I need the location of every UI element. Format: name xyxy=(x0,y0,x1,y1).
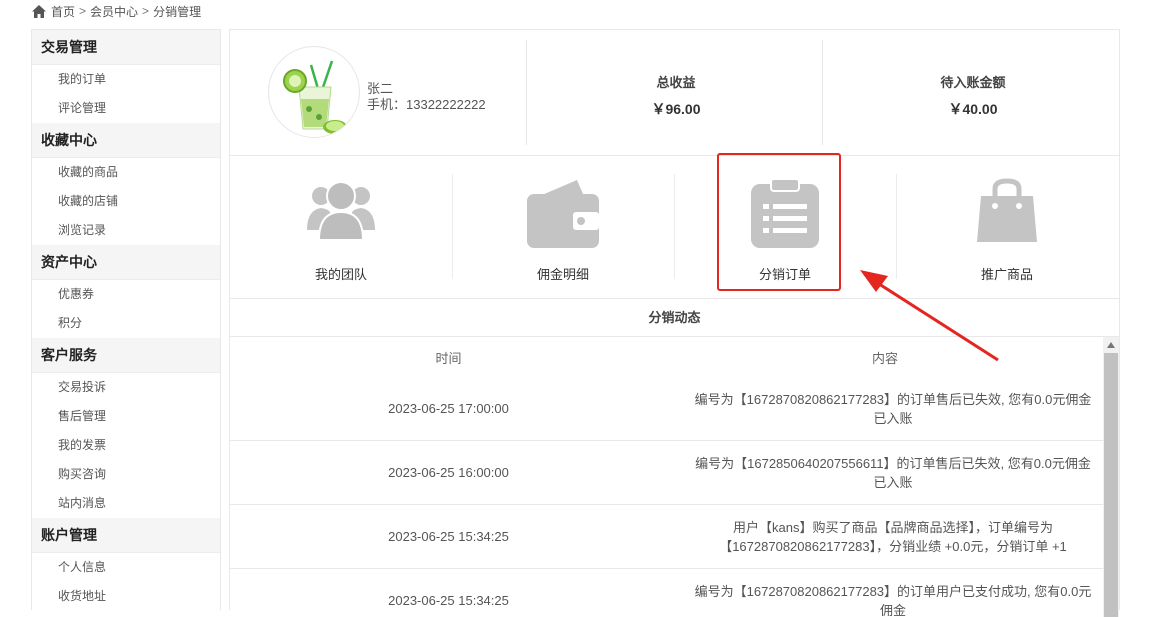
feature-label: 佣金明细 xyxy=(452,264,674,283)
feature-grid: 我的团队 佣金明细 分销订单 xyxy=(230,156,1119,299)
scroll-up-arrow-icon[interactable] xyxy=(1103,337,1119,353)
total-earnings-label: 总收益 xyxy=(601,72,751,91)
feature-commission-details[interactable]: 佣金明细 xyxy=(452,156,674,298)
table-row: 2023-06-25 17:00:00 编号为【1672870820862177… xyxy=(230,377,1103,441)
sidebar-item-inquiries[interactable]: 购买咨询 xyxy=(32,460,220,489)
sidebar-item-points[interactable]: 积分 xyxy=(32,309,220,338)
row-content: 编号为【1672870820862177283】的订单售后已失效, 您有0.0元… xyxy=(667,390,1103,428)
user-summary: 张二 手机：13322222222 总收益 ￥96.00 待入账金额 ￥40.0… xyxy=(230,30,1119,156)
home-icon xyxy=(32,5,46,18)
sidebar-group-title: 账户管理 xyxy=(32,518,220,553)
main-panel: 张二 手机：13322222222 总收益 ￥96.00 待入账金额 ￥40.0… xyxy=(229,29,1120,610)
phone-number: 13322222222 xyxy=(406,97,486,112)
sidebar-item-favorite-products[interactable]: 收藏的商品 xyxy=(32,158,220,187)
total-earnings-value: ￥96.00 xyxy=(601,99,751,119)
sidebar-item-favorite-shops[interactable]: 收藏的店铺 xyxy=(32,187,220,216)
avatar xyxy=(268,46,360,138)
mojito-drink-image xyxy=(269,47,359,137)
sidebar: 交易管理 我的订单 评论管理 收藏中心 收藏的商品 收藏的店铺 浏览记录 资产中… xyxy=(31,29,221,610)
breadcrumb: 首页 > 会员中心 > 分销管理 xyxy=(32,3,201,19)
sidebar-group-title: 交易管理 xyxy=(32,30,220,65)
sidebar-item-after-sales[interactable]: 售后管理 xyxy=(32,402,220,431)
sidebar-item-addresses[interactable]: 收货地址 xyxy=(32,582,220,611)
divider xyxy=(822,40,823,145)
table-header: 时间 内容 xyxy=(230,337,1103,377)
breadcrumb-separator: > xyxy=(79,4,86,18)
table-scrollbar[interactable] xyxy=(1103,337,1119,617)
sidebar-item-messages[interactable]: 站内消息 xyxy=(32,489,220,518)
sidebar-item-my-orders[interactable]: 我的订单 xyxy=(32,65,220,94)
feature-label: 推广商品 xyxy=(896,264,1118,283)
row-content: 用户【kans】购买了商品【品牌商品选择】，订单编号为【167287082086… xyxy=(667,518,1103,556)
table-row: 2023-06-25 15:34:25 用户【kans】购买了商品【品牌商品选择… xyxy=(230,505,1103,569)
clipboard-icon xyxy=(749,178,821,250)
breadcrumb-home-link[interactable]: 首页 xyxy=(51,3,75,20)
row-time: 2023-06-25 15:34:25 xyxy=(230,529,667,544)
breadcrumb-member-link[interactable]: 会员中心 xyxy=(90,3,138,20)
phone-label: 手机： xyxy=(367,97,406,112)
sidebar-item-reviews[interactable]: 评论管理 xyxy=(32,94,220,123)
sidebar-item-profile[interactable]: 个人信息 xyxy=(32,553,220,582)
feature-label: 分销订单 xyxy=(674,264,896,283)
sidebar-item-coupons[interactable]: 优惠券 xyxy=(32,280,220,309)
feature-my-team[interactable]: 我的团队 xyxy=(230,156,452,298)
table-row: 2023-06-25 16:00:00 编号为【1672850640207556… xyxy=(230,441,1103,505)
pending-amount-value: ￥40.00 xyxy=(898,99,1048,119)
distribution-dynamics-title: 分销动态 xyxy=(230,299,1119,337)
row-content: 编号为【1672850640207556611】的订单售后已失效, 您有0.0元… xyxy=(667,454,1103,492)
wallet-icon xyxy=(525,178,601,250)
sidebar-item-complaints[interactable]: 交易投诉 xyxy=(32,373,220,402)
sidebar-item-history[interactable]: 浏览记录 xyxy=(32,216,220,245)
feature-label: 我的团队 xyxy=(230,264,452,283)
row-time: 2023-06-25 15:34:25 xyxy=(230,593,667,608)
total-earnings-stat: 总收益 ￥96.00 xyxy=(601,72,751,119)
feature-promote-products[interactable]: 推广商品 xyxy=(896,156,1118,298)
shopping-bag-icon xyxy=(975,178,1039,244)
feature-distribution-orders[interactable]: 分销订单 xyxy=(674,156,896,298)
breadcrumb-separator: > xyxy=(142,4,149,18)
scrollbar-thumb[interactable] xyxy=(1104,353,1118,617)
divider xyxy=(526,40,527,145)
pending-amount-stat: 待入账金额 ￥40.00 xyxy=(898,72,1048,119)
row-time: 2023-06-25 17:00:00 xyxy=(230,401,667,416)
sidebar-group-title: 资产中心 xyxy=(32,245,220,280)
team-icon xyxy=(304,178,378,242)
sidebar-group-title: 客户服务 xyxy=(32,338,220,373)
row-time: 2023-06-25 16:00:00 xyxy=(230,465,667,480)
column-header-content: 内容 xyxy=(667,348,1103,367)
breadcrumb-current: 分销管理 xyxy=(153,3,201,20)
table-row: 2023-06-25 15:34:25 编号为【1672870820862177… xyxy=(230,569,1103,617)
sidebar-item-invoices[interactable]: 我的发票 xyxy=(32,431,220,460)
sidebar-group-title: 收藏中心 xyxy=(32,123,220,158)
dynamics-table: 时间 内容 2023-06-25 17:00:00 编号为【1672870820… xyxy=(230,337,1103,617)
pending-amount-label: 待入账金额 xyxy=(898,72,1048,91)
user-phone: 手机：13322222222 xyxy=(367,94,486,113)
row-content: 编号为【1672870820862177283】的订单用户已支付成功, 您有0.… xyxy=(667,582,1103,617)
column-header-time: 时间 xyxy=(230,348,667,367)
